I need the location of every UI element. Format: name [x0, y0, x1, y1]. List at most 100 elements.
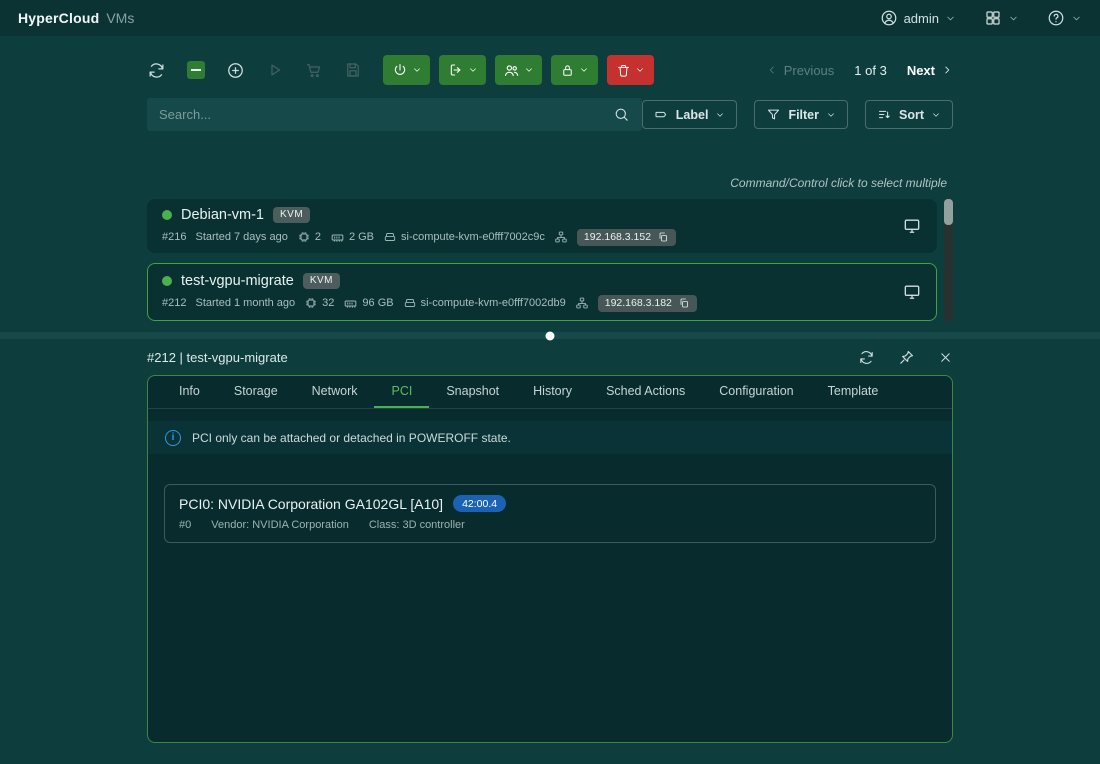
vm-cpu: 2	[297, 230, 321, 244]
vm-name: test-vgpu-migrate	[181, 273, 294, 289]
play-button	[266, 61, 284, 79]
chevron-down-icon	[1071, 13, 1082, 24]
user-menu[interactable]: admin	[880, 9, 956, 27]
vm-state-dot	[162, 276, 172, 286]
topbar: HyperCloud VMs admin	[0, 0, 1100, 36]
cart-button	[305, 61, 323, 79]
search-icon[interactable]	[613, 106, 630, 123]
topbar-right: admin	[880, 9, 1082, 27]
refresh-button[interactable]	[147, 61, 166, 80]
next-page-button[interactable]: Next	[907, 63, 953, 78]
monitor-icon	[902, 216, 922, 236]
brand-logo: HyperCloud	[18, 10, 99, 26]
vm-type-badge: KVM	[273, 207, 310, 223]
detail-title: #212 | test-vgpu-migrate	[147, 350, 288, 365]
vm-id: #212	[162, 297, 186, 309]
vm-row-test-vgpu-migrate[interactable]: test-vgpu-migrate KVM #212 Started 1 mon…	[147, 263, 937, 321]
disk-icon	[383, 230, 397, 244]
vm-type-badge: KVM	[303, 273, 340, 289]
detail-tabs: Info Storage Network PCI Snapshot Histor…	[148, 376, 952, 409]
tab-configuration[interactable]: Configuration	[702, 376, 810, 408]
network-icon	[554, 230, 568, 244]
pagination: Previous 1 of 3 Next	[766, 63, 953, 78]
search-input[interactable]	[159, 107, 613, 122]
vm-host: si-compute-kvm-e0fff7002c9c	[383, 230, 545, 244]
ownership-actions-button[interactable]	[495, 55, 542, 85]
detail-panel: Info Storage Network PCI Snapshot Histor…	[147, 375, 953, 743]
vm-ram: 2 GB	[330, 230, 374, 245]
splitter-dot-icon	[546, 331, 555, 340]
vm-ip-badge[interactable]: 192.168.3.182	[598, 295, 697, 312]
memory-icon	[330, 230, 345, 245]
filter-group: Label Filter Sort	[642, 100, 953, 129]
vm-started: Started 7 days ago	[195, 231, 287, 243]
search-box[interactable]	[147, 98, 642, 131]
tab-template[interactable]: Template	[811, 376, 896, 408]
close-button[interactable]	[938, 350, 953, 365]
cpu-icon	[304, 296, 318, 310]
vm-state-dot	[162, 210, 172, 220]
console-button[interactable]	[902, 216, 922, 236]
vm-host: si-compute-kvm-e0fff7002db9	[403, 296, 566, 310]
pci-address-badge: 42:00.4	[453, 495, 506, 512]
disk-icon	[403, 296, 417, 310]
apps-menu[interactable]	[984, 9, 1019, 27]
pci-device-title: PCI0: NVIDIA Corporation GA102GL [A10]	[179, 496, 443, 512]
help-menu[interactable]	[1047, 9, 1082, 27]
copy-icon	[678, 297, 690, 309]
sort-button[interactable]: Sort	[865, 100, 953, 129]
pin-icon	[898, 349, 915, 366]
migrate-actions-button[interactable]	[439, 55, 486, 85]
tab-info[interactable]: Info	[162, 376, 217, 408]
chevron-down-icon	[1008, 13, 1019, 24]
tab-network[interactable]: Network	[295, 376, 375, 408]
vm-cpu: 32	[304, 296, 334, 310]
list-scrollbar[interactable]	[944, 199, 953, 321]
lock-actions-button[interactable]	[551, 55, 598, 85]
main-content: Previous 1 of 3 Next Label Filte	[147, 55, 953, 743]
network-icon	[575, 296, 589, 310]
select-all-checkbox[interactable]	[187, 61, 205, 79]
tab-storage[interactable]: Storage	[217, 376, 295, 408]
scrollbar-thumb[interactable]	[944, 199, 953, 225]
close-icon	[938, 350, 953, 365]
tab-pci[interactable]: PCI	[374, 376, 429, 408]
power-actions-button[interactable]	[383, 55, 430, 85]
pci-index: #0	[179, 519, 191, 531]
vm-toolbar: Previous 1 of 3 Next	[147, 55, 953, 85]
vm-row-debian-vm-1[interactable]: Debian-vm-1 KVM #216 Started 7 days ago …	[147, 199, 937, 253]
cpu-icon	[297, 230, 311, 244]
tab-snapshot[interactable]: Snapshot	[429, 376, 516, 408]
pci-vendor: Vendor: NVIDIA Corporation	[211, 519, 349, 531]
detail-refresh-button[interactable]	[858, 349, 875, 366]
user-name: admin	[904, 11, 939, 26]
breadcrumb: HyperCloud VMs	[18, 10, 134, 26]
search-row: Label Filter Sort	[147, 98, 953, 131]
help-icon	[1047, 9, 1065, 27]
chevron-down-icon	[945, 13, 956, 24]
tab-history[interactable]: History	[516, 376, 589, 408]
vm-ram: 96 GB	[343, 296, 393, 311]
vm-list: Debian-vm-1 KVM #216 Started 7 days ago …	[147, 199, 953, 321]
create-vm-button[interactable]	[226, 61, 245, 80]
page-title: VMs	[106, 10, 134, 26]
filter-button[interactable]: Filter	[754, 100, 848, 129]
page-indicator: 1 of 3	[854, 63, 887, 78]
info-icon: i	[165, 430, 181, 446]
tab-sched-actions[interactable]: Sched Actions	[589, 376, 702, 408]
vm-name: Debian-vm-1	[181, 207, 264, 223]
previous-page-button: Previous	[766, 63, 835, 78]
label-button[interactable]: Label	[642, 100, 738, 129]
copy-icon	[657, 231, 669, 243]
vm-ip-badge[interactable]: 192.168.3.152	[577, 229, 676, 246]
delete-actions-button[interactable]	[607, 55, 654, 85]
pci-device-card[interactable]: PCI0: NVIDIA Corporation GA102GL [A10] 4…	[164, 484, 936, 543]
vm-started: Started 1 month ago	[195, 297, 295, 309]
grid-icon	[984, 9, 1002, 27]
pin-button[interactable]	[898, 349, 915, 366]
monitor-icon	[902, 282, 922, 302]
pci-info-alert: i PCI only can be attached or detached i…	[148, 421, 952, 454]
alert-text: PCI only can be attached or detached in …	[192, 431, 511, 445]
splitter-handle[interactable]	[0, 332, 1100, 339]
console-button[interactable]	[902, 282, 922, 302]
